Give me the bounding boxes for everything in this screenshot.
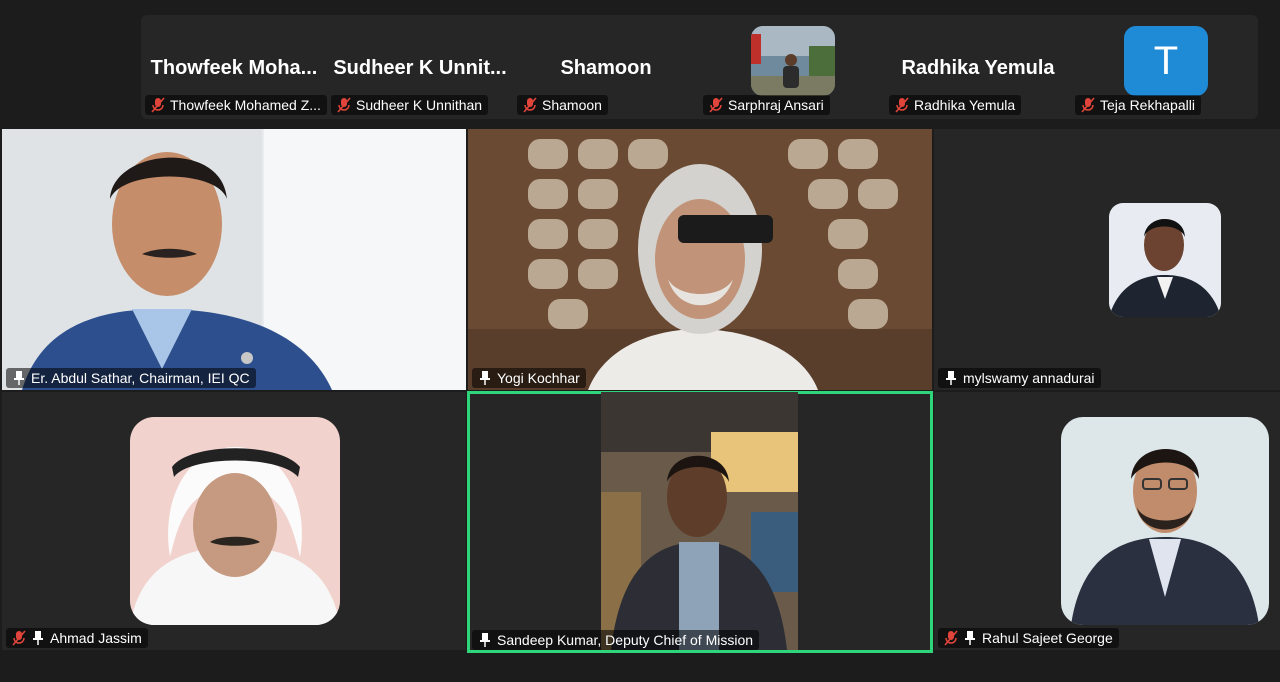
- participant-label: Thowfeek Mohamed Z...: [145, 95, 327, 115]
- participant-profile-photo: [1109, 203, 1221, 317]
- mic-muted-icon: [151, 97, 165, 113]
- mic-muted-icon: [1081, 97, 1095, 113]
- participant-label-text: Shamoon: [542, 97, 602, 113]
- participant-profile-photo: [1061, 417, 1269, 625]
- mic-muted-icon: [12, 630, 26, 646]
- participant-label: Sudheer K Unnithan: [331, 95, 489, 115]
- participant-thumb-teja[interactable]: T Teja Rekhapalli: [1071, 15, 1257, 119]
- participant-display-name: Shamoon: [560, 57, 652, 79]
- participant-label-text: Yogi Kochhar: [497, 370, 580, 386]
- participant-label: Ahmad Jassim: [6, 628, 148, 648]
- participant-label-text: Thowfeek Mohamed Z...: [170, 97, 321, 113]
- participant-label-text: Sarphraj Ansari: [728, 97, 824, 113]
- participant-label: mylswamy annadurai: [938, 368, 1101, 388]
- mic-muted-icon: [944, 630, 958, 646]
- participant-label: Radhika Yemula: [889, 95, 1022, 115]
- participant-label: Er. Abdul Sathar, Chairman, IEI QC: [6, 368, 256, 388]
- participant-label-text: Ahmad Jassim: [50, 630, 142, 646]
- participant-display-name: Sudheer K Unnit...: [333, 57, 507, 79]
- participant-avatar-initial: T: [1124, 26, 1208, 96]
- avatar-initial-letter: T: [1153, 38, 1179, 83]
- participant-display-name: Radhika Yemula: [901, 57, 1055, 79]
- participant-label-text: Sudheer K Unnithan: [356, 97, 483, 113]
- pin-icon: [965, 631, 975, 645]
- mic-muted-icon: [523, 97, 537, 113]
- video-tile-rahul-sajeet-george[interactable]: Rahul Sajeet George: [934, 392, 1280, 650]
- video-tile-ahmad-jassim[interactable]: Ahmad Jassim: [2, 392, 466, 650]
- video-tile-yogi-kochhar[interactable]: Yogi Kochhar: [468, 129, 932, 390]
- participant-label: Shamoon: [517, 95, 608, 115]
- mic-muted-icon: [895, 97, 909, 113]
- video-tile-mylswamy-annadurai[interactable]: mylswamy annadurai: [934, 129, 1280, 390]
- participant-avatar-photo: [751, 26, 835, 96]
- participant-thumb-shamoon[interactable]: Shamoon Shamoon: [513, 15, 699, 119]
- participant-thumb-thowfeek[interactable]: Thowfeek Moha... Thowfeek Mohamed Z...: [141, 15, 327, 119]
- participant-label-text: Teja Rekhapalli: [1100, 97, 1195, 113]
- participant-label-text: Rahul Sajeet George: [982, 630, 1113, 646]
- participant-label-text: Radhika Yemula: [914, 97, 1016, 113]
- participant-label-text: Sandeep Kumar, Deputy Chief of Mission: [497, 632, 754, 648]
- participant-video: [2, 129, 466, 390]
- mic-muted-icon: [709, 97, 723, 113]
- participant-label: Rahul Sajeet George: [938, 628, 1119, 648]
- video-tile-sandeep-kumar[interactable]: Sandeep Kumar, Deputy Chief of Mission: [467, 391, 933, 653]
- participant-label-text: Er. Abdul Sathar, Chairman, IEI QC: [31, 370, 250, 386]
- participant-display-name: Thowfeek Moha...: [150, 57, 318, 79]
- participant-label: Teja Rekhapalli: [1075, 95, 1201, 115]
- pin-icon: [480, 371, 490, 385]
- participant-video: [601, 392, 798, 650]
- pin-icon: [946, 371, 956, 385]
- pin-icon: [33, 631, 43, 645]
- participant-label: Yogi Kochhar: [472, 368, 586, 388]
- participant-label-text: mylswamy annadurai: [963, 370, 1095, 386]
- participant-strip: Thowfeek Moha... Thowfeek Mohamed Z... S…: [141, 15, 1258, 119]
- pin-icon: [480, 633, 490, 647]
- pin-icon: [14, 371, 24, 385]
- participant-thumb-sarphraj[interactable]: Sarphraj Ansari: [699, 15, 885, 119]
- participant-thumb-sudheer[interactable]: Sudheer K Unnit... Sudheer K Unnithan: [327, 15, 513, 119]
- participant-label: Sarphraj Ansari: [703, 95, 830, 115]
- mic-muted-icon: [337, 97, 351, 113]
- video-tile-abdul-sathar[interactable]: Er. Abdul Sathar, Chairman, IEI QC: [2, 129, 466, 390]
- participant-thumb-radhika[interactable]: Radhika Yemula Radhika Yemula: [885, 15, 1071, 119]
- participant-label: Sandeep Kumar, Deputy Chief of Mission: [472, 630, 760, 650]
- participant-video: [468, 129, 932, 390]
- participant-profile-photo: [130, 417, 340, 625]
